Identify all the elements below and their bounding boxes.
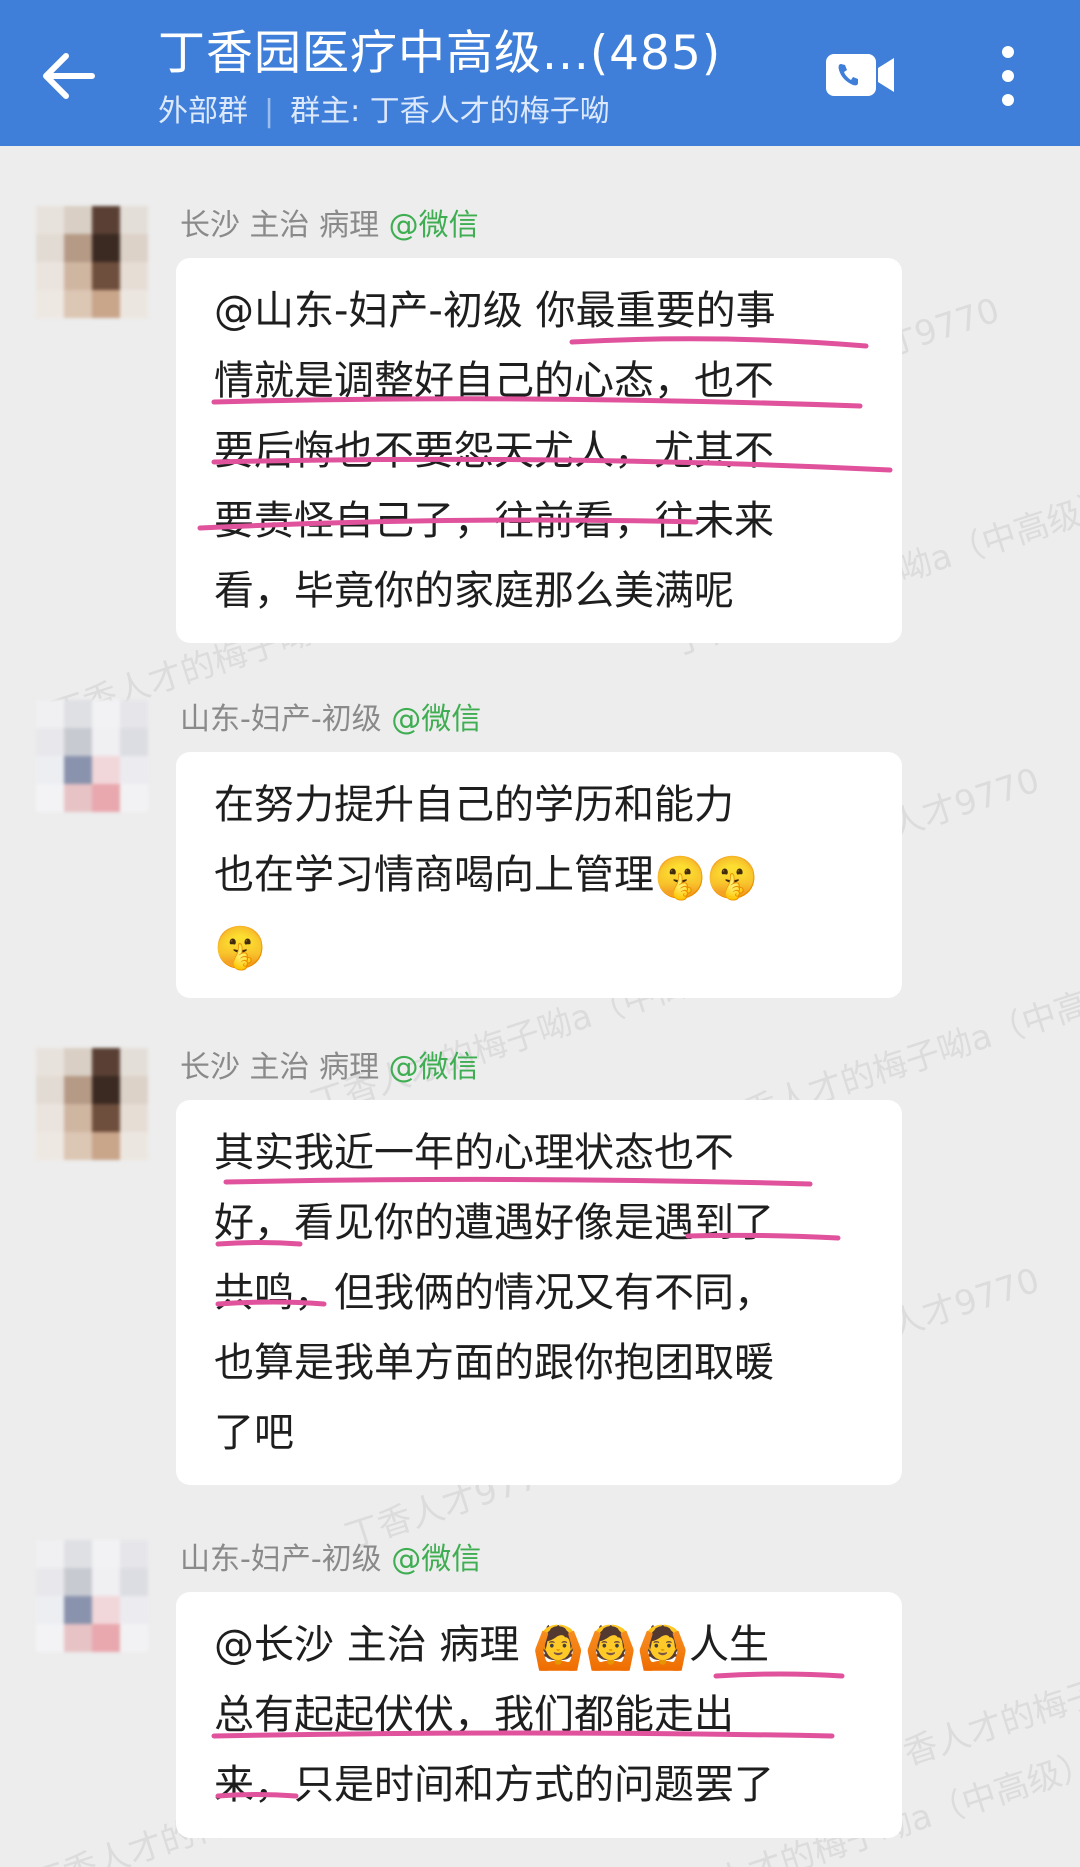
avatar[interactable] [36,700,148,812]
message-line: @长沙 主治 病理 🙆🙆🙆人生 [214,1610,870,1680]
source-tag: @微信 [388,208,479,243]
chat-subtitle: 外部群 | 群主: 丁香人才的梅子呦 [158,92,610,132]
message-line: 了吧 [214,1410,294,1456]
message-line: 要后悔也不要怨天尤人，尤其不 [214,428,774,474]
message-bubble[interactable]: 其实我近一年的心理状态也不 好，看见你的遭遇好像是遇到了 共鸣，但我俩的情况又有… [176,1100,902,1485]
chat-title: 丁香园医疗中高级...(485) [158,26,722,81]
chat-header: 丁香园医疗中高级...(485) 外部群 | 群主: 丁香人才的梅子呦 [0,0,1080,146]
message-line: @山东-妇产-初级 你最重要的事 [214,288,776,334]
sender-label: 长沙 主治 病理 [180,1050,380,1085]
video-call-button[interactable] [824,50,896,100]
message-bubble[interactable]: 在努力提升自己的学历和能力 也在学习情商喝向上管理🤫🤫 🤫 [176,752,902,998]
source-tag: @微信 [391,702,482,737]
message-line: 在努力提升自己的学历和能力 [214,782,734,828]
person-emoji-icon: 🙆 [636,1623,690,1672]
message-line: 共鸣，但我俩的情况又有不同， [214,1270,774,1316]
sender-name: 山东-妇产-初级 @微信 [180,700,481,740]
message-line: 来，只是时间和方式的问题罢了 [214,1762,774,1808]
message-bubble[interactable]: @山东-妇产-初级 你最重要的事 情就是调整好自己的心态，也不 要后悔也不要怨天… [176,258,902,643]
chat-message-list[interactable]: 丁香人才的梅子呦a（中高级） 丁香人才的梅子呦a（中高级） 丁香人才9770 丁… [0,146,1080,1867]
message-line: 好，看见你的遭遇好像是遇到了 [214,1200,774,1246]
message-line: 情就是调整好自己的心态，也不 [214,358,774,404]
sender-label: 山东-妇产-初级 [180,702,382,737]
sender-name: 山东-妇产-初级 @微信 [180,1540,481,1580]
group-owner-label: 群主: 丁香人才的梅子呦 [290,94,610,129]
person-emoji-icon: 🙆 [584,1623,637,1672]
sender-name: 长沙 主治 病理 @微信 [180,1048,479,1088]
sender-name: 长沙 主治 病理 @微信 [180,206,479,246]
more-options-button[interactable] [990,40,1026,112]
avatar[interactable] [36,1540,148,1652]
message-line: 🤫 [214,910,870,980]
source-tag: @微信 [388,1050,479,1085]
message-line: 要责怪自己了，往前看，往未来 [214,498,774,544]
person-emoji-icon: 🙆 [532,1623,585,1672]
video-call-icon [826,54,894,96]
message-line: 也算是我单方面的跟你抱团取暖 [214,1340,774,1386]
message-line: 看，毕竟你的家庭那么美满呢 [214,568,734,614]
mention-text: @长沙 主治 病理 [214,1622,520,1668]
message-line: 总有起起伏伏，我们都能走出 [214,1692,734,1738]
facepalm-emoji-icon: 🤫 [654,853,707,902]
arrow-left-icon [43,53,95,99]
back-button[interactable] [36,40,108,112]
message-text: 也在学习情商喝向上管理 [214,852,654,898]
message-line: 也在学习情商喝向上管理🤫🤫 [214,840,870,910]
message-bubble[interactable]: @长沙 主治 病理 🙆🙆🙆人生 总有起起伏伏，我们都能走出 来，只是时间和方式的… [176,1592,902,1838]
group-type-label: 外部群 [158,94,248,129]
message-text: 人生 [689,1622,770,1668]
facepalm-emoji-icon: 🤫 [214,923,267,972]
avatar[interactable] [36,206,148,318]
subtitle-divider: | [264,94,275,129]
sender-label: 长沙 主治 病理 [180,208,380,243]
sender-label: 山东-妇产-初级 [180,1542,382,1577]
source-tag: @微信 [391,1542,482,1577]
facepalm-emoji-icon: 🤫 [706,853,759,902]
avatar[interactable] [36,1048,148,1160]
more-vertical-icon [1002,46,1014,106]
message-line: 其实我近一年的心理状态也不 [214,1130,734,1176]
